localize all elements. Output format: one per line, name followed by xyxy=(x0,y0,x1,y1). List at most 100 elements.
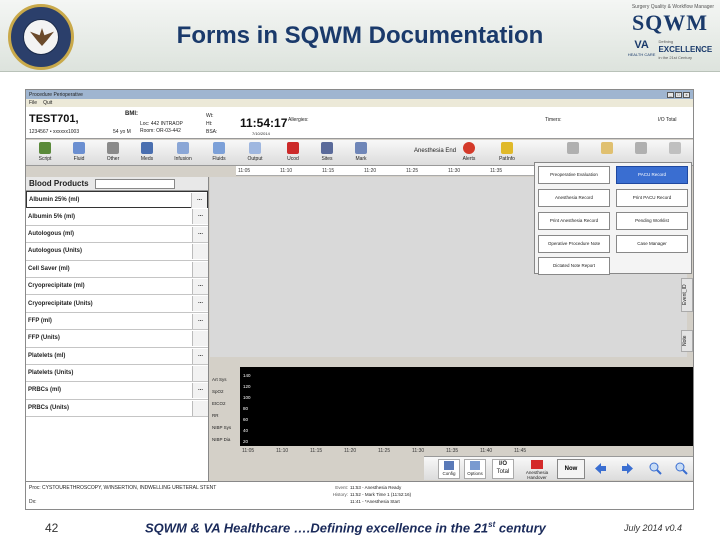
row-more-button[interactable]: ... xyxy=(192,296,208,312)
arrow-left-icon[interactable] xyxy=(594,462,607,475)
print-anesthesia-record-button[interactable]: Print Anesthesia Record xyxy=(538,212,610,230)
row-label: Albumin 5% (ml) xyxy=(28,213,76,220)
io-total-button[interactable]: I/O Total xyxy=(492,459,514,479)
timeline-tick: 11:35 xyxy=(490,168,503,174)
axis-tick: 11:20 xyxy=(344,448,357,454)
anesthesia-handover-button[interactable]: Anesthesia Handover xyxy=(520,459,554,480)
vital-label: RR xyxy=(212,413,219,418)
row-more-button[interactable] xyxy=(192,261,208,277)
row-more-button[interactable] xyxy=(192,365,208,381)
menu-quit[interactable]: Quit xyxy=(43,100,52,106)
blood-product-row[interactable]: Autologous (ml)... xyxy=(26,226,208,244)
row-more-button[interactable]: ... xyxy=(191,193,207,208)
blood-product-row[interactable]: PRBCs (ml)... xyxy=(26,382,208,400)
blood-products-search-input[interactable] xyxy=(94,178,175,189)
zoom-in-icon[interactable] xyxy=(649,462,662,475)
brand-name: SQWM xyxy=(631,10,709,35)
blood-product-row[interactable]: Albumin 25% (ml)... xyxy=(26,191,208,209)
anesthesia-record-button[interactable]: Anesthesia Record xyxy=(538,189,610,207)
other-tool-button[interactable]: Other xyxy=(98,141,128,165)
blood-product-row[interactable]: Albumin 5% (ml)... xyxy=(26,208,208,226)
side-tab-note[interactable]: Note xyxy=(681,330,693,352)
preoperative-evaluation-button[interactable]: Preoperative Evaluation xyxy=(538,166,610,184)
side-tab-event[interactable]: Event_ID xyxy=(681,278,693,312)
patient-banner: TEST701, 1234567 • xxxxxx1003 54 yo M BM… xyxy=(26,107,693,139)
patinfo-label: PatInfo xyxy=(499,156,515,162)
row-more-button[interactable]: ... xyxy=(192,278,208,294)
row-more-button[interactable] xyxy=(192,244,208,260)
output-tool-button[interactable]: Output xyxy=(240,141,270,165)
blood-product-row[interactable]: Platelets (Units) xyxy=(26,365,208,383)
close-button[interactable]: x xyxy=(683,91,690,98)
window-title: Procedure Perioperative xyxy=(29,91,83,98)
vitals-graph[interactable] xyxy=(272,367,693,446)
blood-products-panel: Blood Products Albumin 25% (ml)... Album… xyxy=(26,177,209,481)
row-more-button[interactable]: ... xyxy=(192,383,208,399)
ucod-tool-button[interactable]: Ucod xyxy=(278,141,308,165)
menu-file[interactable]: File xyxy=(29,100,37,106)
clock-time: 11:54:17 xyxy=(240,116,288,130)
axis-tick: 11:30 xyxy=(412,448,425,454)
maximize-button[interactable]: □ xyxy=(675,91,682,98)
blood-product-row[interactable]: PRBCs (Units) xyxy=(26,400,208,418)
script-tool-button[interactable]: Script xyxy=(30,141,60,165)
sqwm-app-window: Procedure Perioperative _ □ x File Quit … xyxy=(25,89,694,510)
config-button[interactable]: Config xyxy=(438,459,460,479)
tool-label: Output xyxy=(247,156,263,162)
event-item: 11:41 - *Anesthesia Start xyxy=(350,499,400,504)
now-button[interactable]: Now xyxy=(557,459,585,479)
row-more-button[interactable] xyxy=(192,331,208,347)
row-more-button[interactable]: ... xyxy=(192,348,208,364)
other-icon xyxy=(107,142,119,154)
brand-va-sub: HEALTH CARE xyxy=(627,52,656,57)
operative-procedure-note-button[interactable]: Operative Procedure Note xyxy=(538,235,610,253)
dictated-note-report-button[interactable]: Dictated Note Report xyxy=(538,257,610,275)
sites-icon xyxy=(321,142,333,154)
tool-label: Ucod xyxy=(287,156,299,162)
minimize-button[interactable]: _ xyxy=(667,91,674,98)
row-more-button[interactable]: ... xyxy=(192,226,208,242)
blood-product-row[interactable]: FFP (Units) xyxy=(26,330,208,348)
row-label: Cell Saver (ml) xyxy=(28,265,70,272)
clock-date: 7/10/2014 xyxy=(252,131,270,136)
fluid-tool-button[interactable]: Fluid xyxy=(64,141,94,165)
bottom-toolbar: Config Options I/O Total Anesthesia Hando… xyxy=(424,456,693,480)
mark-tool-button[interactable]: Mark xyxy=(346,141,376,165)
meds-tool-button[interactable]: Meds xyxy=(132,141,162,165)
blood-product-row[interactable]: Platelets (ml)... xyxy=(26,348,208,365)
blood-product-row[interactable]: Cryoprecipitate (ml)... xyxy=(26,278,208,296)
case-manager-button[interactable]: Case Manager xyxy=(616,235,688,253)
infusion-tool-button[interactable]: Infusion xyxy=(168,141,198,165)
row-more-button[interactable] xyxy=(192,400,208,416)
pacu-record-button[interactable]: PACU Record xyxy=(616,166,688,184)
vital-label: NIBP Dia xyxy=(212,437,231,442)
blood-product-row[interactable]: FFP (ml)... xyxy=(26,313,208,331)
anesthesia-end-label[interactable]: Anesthesia End xyxy=(414,148,456,154)
blood-product-row[interactable]: Cryoprecipitate (Units)... xyxy=(26,295,208,313)
config-label: Config xyxy=(442,471,456,476)
pending-worklist-button[interactable]: Pending Worklist xyxy=(616,212,688,230)
scale-tick: 20 xyxy=(243,439,249,444)
options-button[interactable]: Options xyxy=(464,459,486,479)
timeline-tick: 11:25 xyxy=(406,168,419,174)
scale-tick: 60 xyxy=(243,417,249,422)
fluids-tool-button[interactable]: Fluids xyxy=(204,141,234,165)
zoom-out-icon[interactable] xyxy=(675,462,688,475)
patinfo-button[interactable]: PatInfo xyxy=(492,141,522,165)
scale-tick: 120 xyxy=(243,384,251,389)
blood-product-row[interactable]: Autologous (Units) xyxy=(26,243,208,261)
total-label: Total xyxy=(496,469,510,475)
slide-title: Forms in SQWM Documentation xyxy=(176,22,544,49)
timeline-tick: 11:20 xyxy=(364,168,377,174)
row-more-button[interactable]: ... xyxy=(192,209,208,225)
patient-weight: Wt: xyxy=(206,113,214,119)
brand-excellence: Defining EXCELLENCE in the 21st Century xyxy=(658,38,712,62)
blood-product-row[interactable]: Cell Saver (ml) xyxy=(26,261,208,278)
print-pacu-record-button[interactable]: Print PACU Record xyxy=(616,189,688,207)
brand-excellence-post: in the 21st Century xyxy=(658,55,693,60)
alerts-button[interactable]: Alerts xyxy=(454,141,484,165)
arrow-right-icon[interactable] xyxy=(621,462,634,475)
patient-name: TEST701, xyxy=(29,113,79,125)
sites-tool-button[interactable]: Sites xyxy=(312,141,342,165)
row-more-button[interactable]: ... xyxy=(192,313,208,329)
